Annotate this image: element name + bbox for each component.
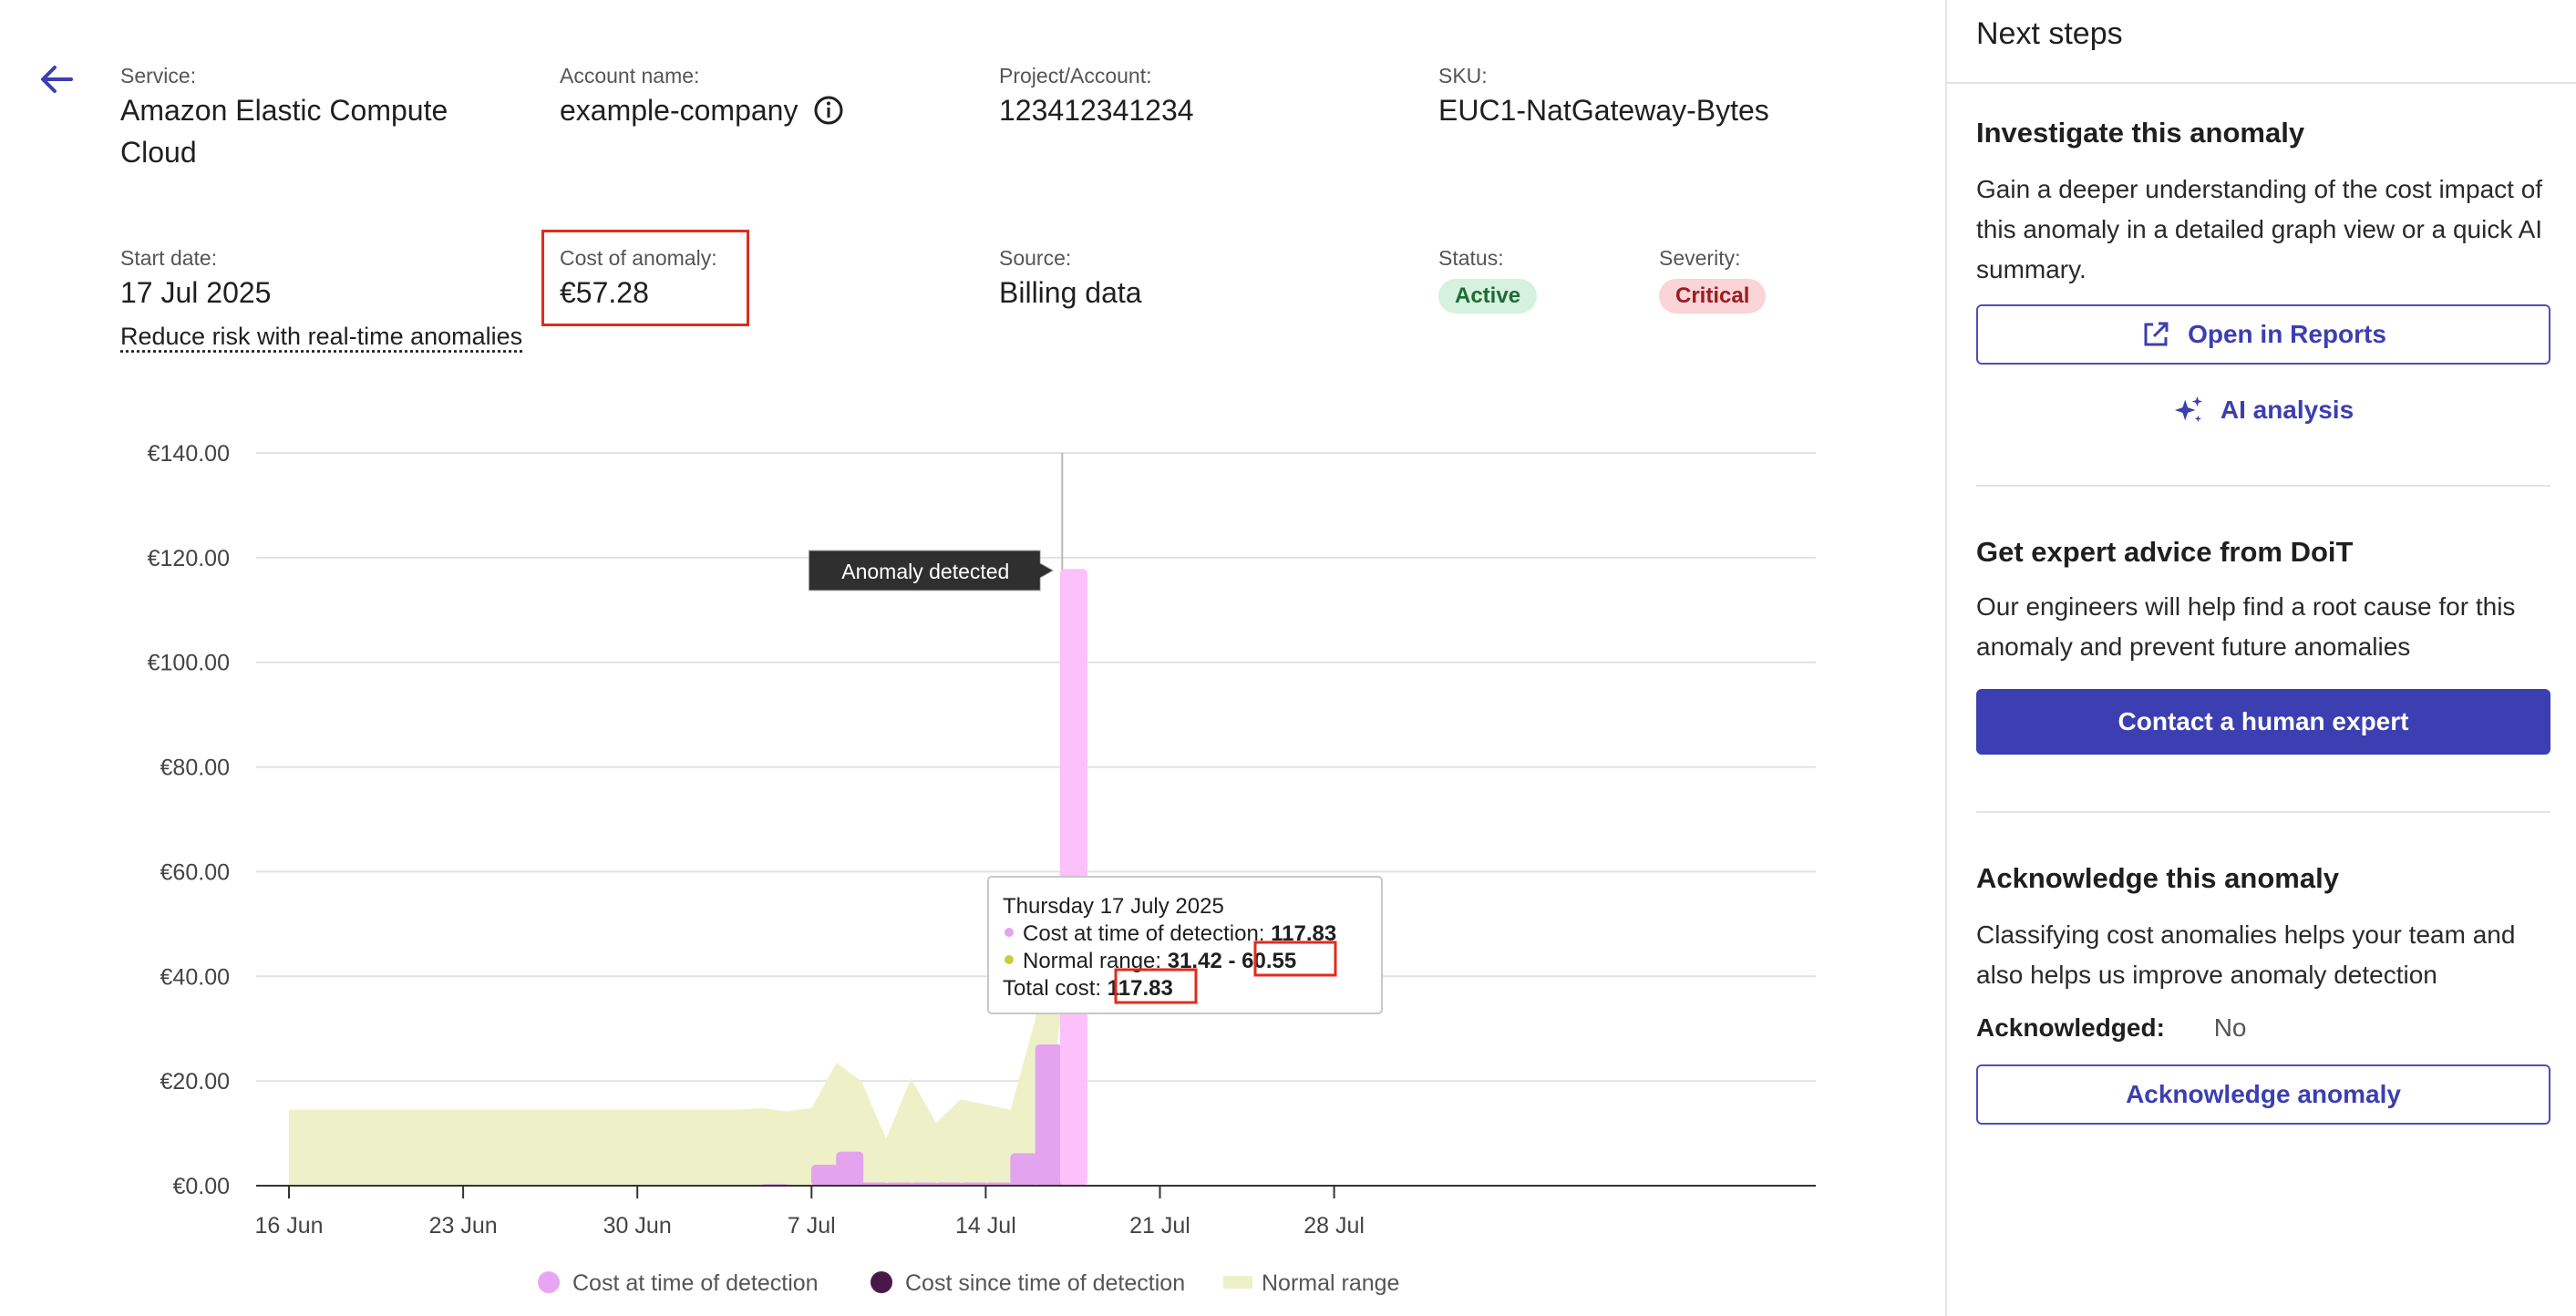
external-link-icon <box>2144 322 2169 346</box>
tooltip-range-dot <box>1005 955 1014 964</box>
acknowledged-label: Acknowledged: <box>1976 1013 2165 1042</box>
anomaly-detail-panel: Service: Amazon Elastic Compute Cloud Ac… <box>0 0 1945 1316</box>
investigate-title: Investigate this anomaly <box>1976 117 2305 149</box>
y-tick-label: €40.00 <box>160 964 230 990</box>
next-steps-title: Next steps <box>1976 16 2123 51</box>
x-tick-label: 16 Jun <box>254 1213 323 1239</box>
expert-title: Get expert advice from DoiT <box>1976 536 2354 568</box>
y-tick-label: €140.00 <box>148 441 230 467</box>
ai-analysis-label: AI analysis <box>2220 396 2354 424</box>
acknowledged-row: Acknowledged: No <box>1976 1013 2247 1043</box>
tooltip-cost-dot <box>1005 928 1014 937</box>
x-tick-label: 28 Jul <box>1303 1213 1365 1239</box>
open-in-reports-label: Open in Reports <box>2188 320 2386 348</box>
y-tick-label: €0.00 <box>172 1174 230 1199</box>
legend-marker <box>871 1271 892 1293</box>
x-tick-label: 14 Jul <box>955 1213 1016 1239</box>
y-tick-label: €100.00 <box>148 651 230 676</box>
x-tick-label: 21 Jul <box>1129 1213 1190 1239</box>
anomaly-label: Anomaly detected <box>841 560 1009 583</box>
y-tick-label: €60.00 <box>160 859 230 885</box>
header-divider <box>1947 82 2576 84</box>
section-divider <box>1976 811 2550 813</box>
open-in-reports-button[interactable]: Open in Reports <box>1976 304 2550 365</box>
tooltip-total-value: 117.83 <box>1108 976 1173 1001</box>
bar <box>1035 1044 1063 1186</box>
bar <box>836 1151 864 1186</box>
legend-label: Cost since time of detection <box>905 1270 1185 1296</box>
x-tick-label: 23 Jun <box>429 1213 498 1239</box>
tooltip-cost-label: Cost at time of detection: <box>1023 921 1271 946</box>
y-tick-label: €80.00 <box>160 756 230 781</box>
contact-expert-button[interactable]: Contact a human expert <box>1976 689 2550 755</box>
legend-label: Cost at time of detection <box>572 1270 819 1296</box>
legend-label: Normal range <box>1262 1270 1399 1296</box>
bar <box>1010 1153 1038 1186</box>
sparkle-icon <box>2174 396 2202 423</box>
acknowledged-value: No <box>2213 1013 2247 1042</box>
x-tick-label: 30 Jun <box>603 1213 672 1239</box>
y-tick-label: €120.00 <box>148 546 230 571</box>
acknowledge-description: Classifying cost anomalies helps your te… <box>1976 920 2516 989</box>
tooltip-range-high: 60.55 <box>1242 949 1296 973</box>
next-steps-panel: Next steps Investigate this anomaly Gain… <box>1945 0 2576 1316</box>
x-tick-label: 7 Jul <box>788 1213 836 1239</box>
tooltip-total-label: Total cost: <box>1003 976 1108 1001</box>
tooltip-total-line: Total cost: 117.83 <box>1003 976 1173 1001</box>
section-divider <box>1976 485 2550 487</box>
legend-marker <box>538 1271 560 1293</box>
ai-analysis-button[interactable]: AI analysis <box>1976 383 2550 437</box>
y-tick-label: €20.00 <box>160 1069 230 1095</box>
acknowledge-title: Acknowledge this anomaly <box>1976 862 2339 894</box>
normal-range-area <box>289 869 1061 1186</box>
investigate-description: Gain a deeper understanding of the cost … <box>1976 175 2543 283</box>
cost-chart: €140.00 €120.00 €100.00 €80.00 €60.00 €40.00 €… <box>148 441 1816 1296</box>
tooltip-title: Thursday 17 July 2025 <box>1003 894 1224 919</box>
legend-marker <box>1223 1276 1252 1289</box>
bar <box>810 1165 839 1186</box>
acknowledge-anomaly-button[interactable]: Acknowledge anomaly <box>1976 1064 2550 1125</box>
expert-description: Our engineers will help find a root caus… <box>1976 592 2516 661</box>
